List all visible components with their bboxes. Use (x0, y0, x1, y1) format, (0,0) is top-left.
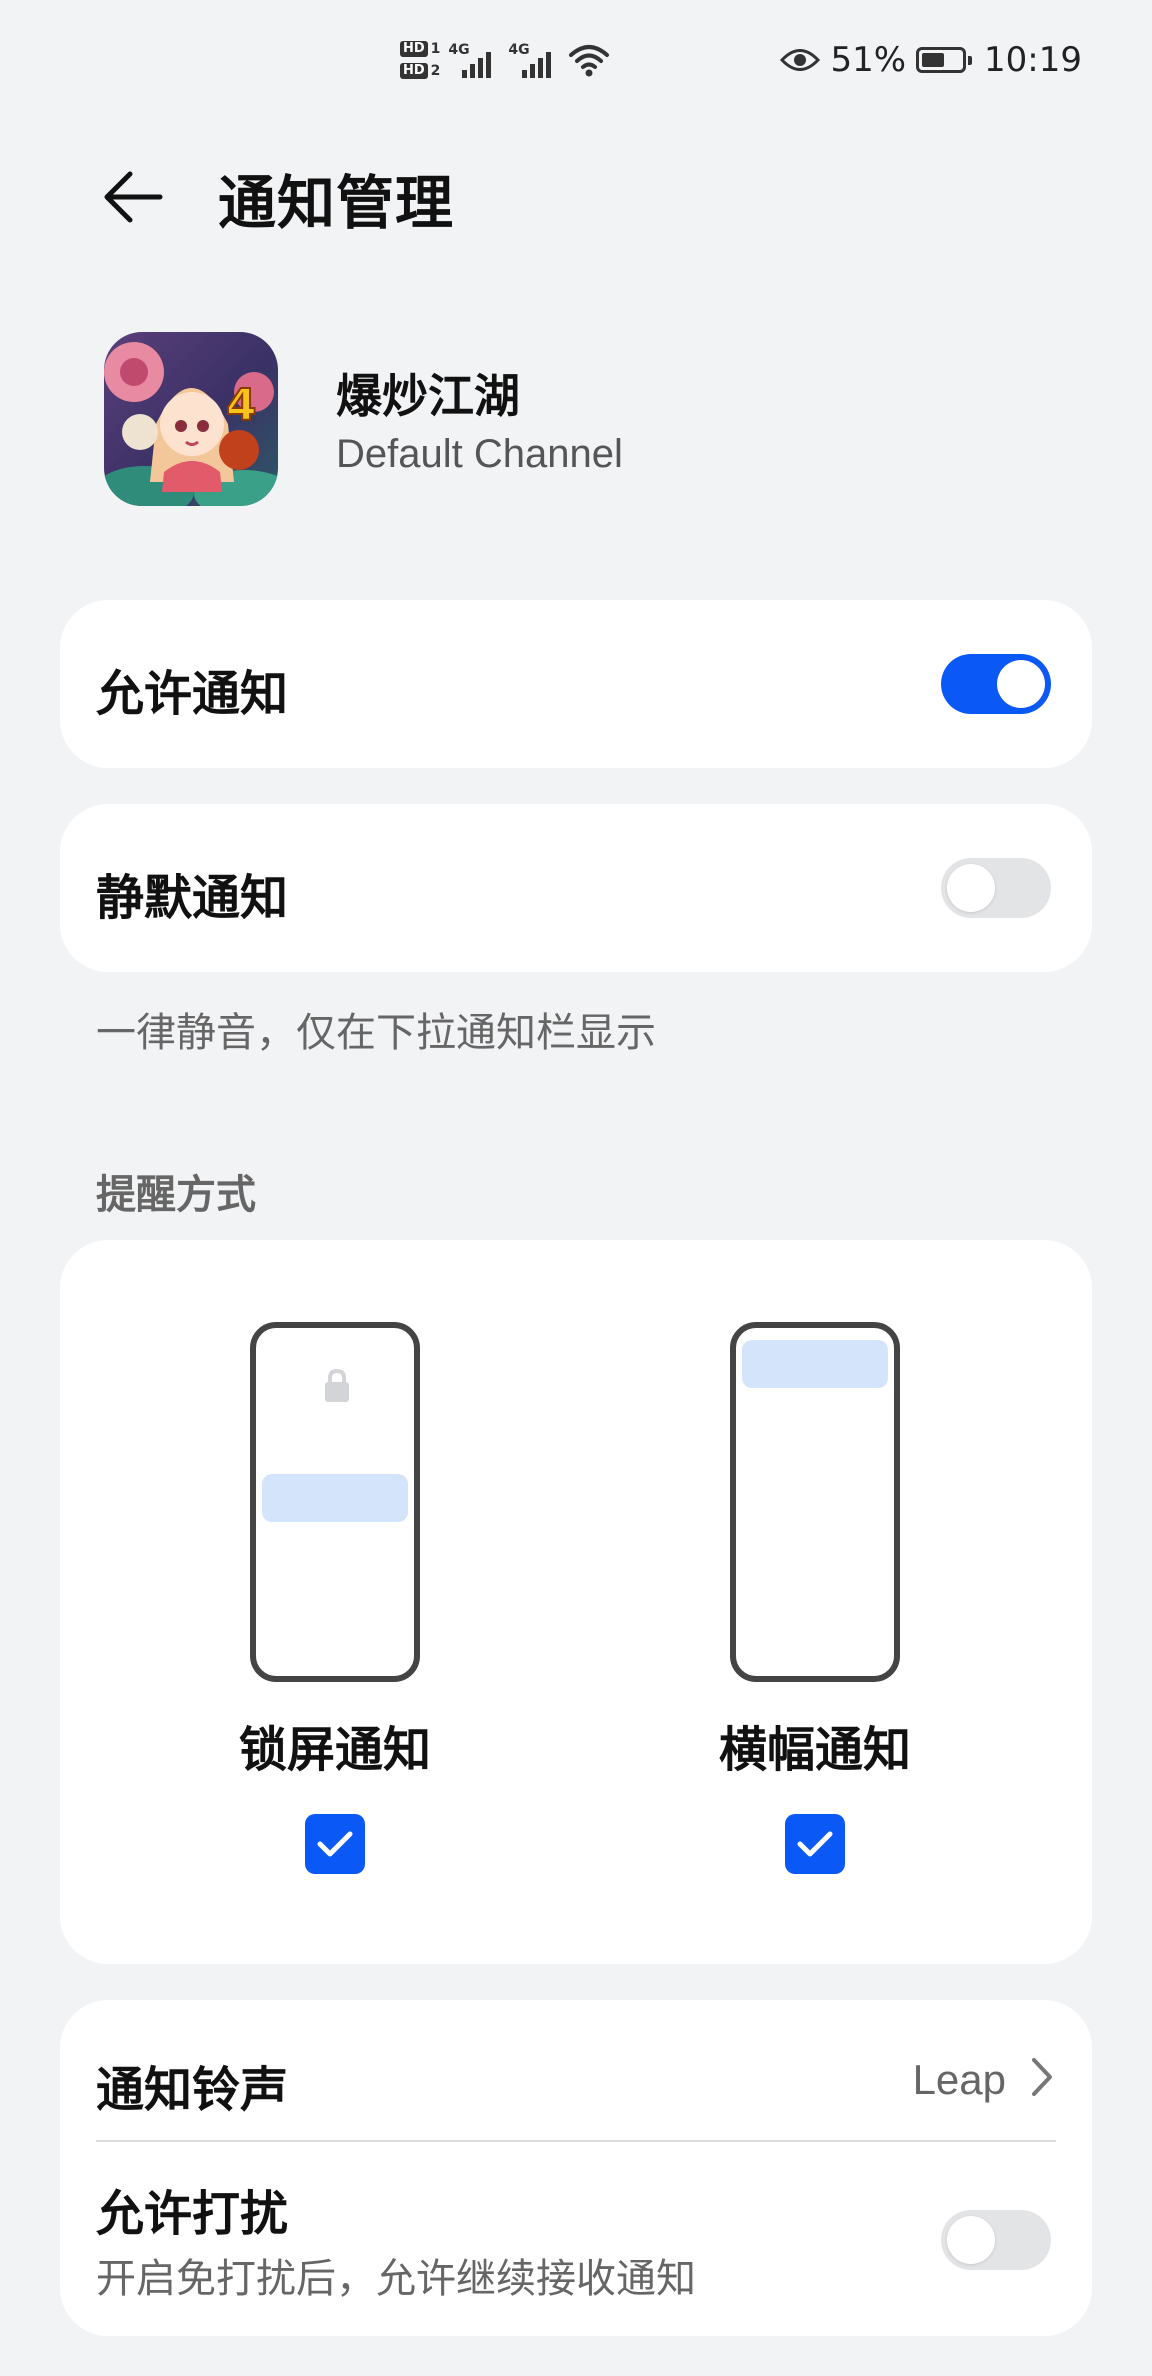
status-bar: HD 1 HD 2 4G 4G 51% 10:19 (0, 0, 1152, 130)
status-right: 51% 10:19 (780, 40, 1082, 80)
battery-percent: 51% (830, 40, 907, 80)
cellular-signal-icon: 4G (508, 38, 560, 82)
sim-indicators: HD 1 HD 2 (400, 41, 440, 79)
silent-notifications-hint: 一律静音，仅在下拉通知栏显示 (96, 1010, 656, 1056)
lock-icon (325, 1368, 349, 1402)
alert-style-card: 锁屏通知 横幅通知 (60, 1240, 1092, 1964)
sim-number: 2 (430, 63, 441, 79)
cellular-signal-icon: 4G (448, 38, 500, 82)
lockscreen-preview[interactable] (250, 1322, 420, 1682)
sim-number: 1 (430, 41, 441, 57)
hd-badge: HD (400, 63, 428, 79)
channel-name: Default Channel (336, 432, 623, 476)
allow-dnd-label: 允许打扰 (96, 2186, 289, 2242)
svg-text:4: 4 (226, 380, 257, 431)
toggle-knob (997, 660, 1045, 708)
page-title: 通知管理 (218, 169, 455, 237)
ringtone-label: 通知铃声 (96, 2062, 289, 2118)
allow-notifications-label: 允许通知 (96, 666, 289, 722)
wifi-icon (569, 45, 610, 77)
lockscreen-option-label: 锁屏通知 (238, 1722, 431, 1778)
toggle-knob (947, 864, 995, 912)
app-name: 爆炒江湖 (336, 369, 520, 423)
silent-notifications-label: 静默通知 (96, 870, 289, 926)
chevron-right-icon (1032, 2058, 1052, 2096)
toggle-knob (947, 2216, 995, 2264)
back-arrow-icon (104, 171, 163, 223)
silent-notifications-card: 静默通知 (60, 804, 1092, 972)
lockscreen-notification-bar (262, 1474, 408, 1522)
signal-area: HD 1 HD 2 4G 4G (400, 38, 610, 82)
battery-icon (916, 47, 973, 73)
ringtone-value: Leap (912, 2056, 1006, 2103)
app-icon: 4 (104, 332, 278, 506)
checkmark-icon (317, 1831, 353, 1857)
allow-notifications-toggle[interactable] (941, 654, 1051, 714)
silent-notifications-toggle[interactable] (941, 858, 1051, 918)
alert-style-header: 提醒方式 (96, 1172, 256, 1218)
allow-dnd-toggle[interactable] (941, 2210, 1051, 2270)
banner-preview[interactable] (730, 1322, 900, 1682)
hd-badge: HD (400, 41, 428, 57)
banner-option-label: 横幅通知 (718, 1722, 911, 1778)
ringtone-dnd-card: 通知铃声 Leap 允许打扰 开启免打扰后，允许继续接收通知 (60, 2000, 1092, 2336)
allow-dnd-sublabel: 开启免打扰后，允许继续接收通知 (96, 2256, 696, 2302)
clock: 10:19 (984, 40, 1082, 80)
eye-comfort-icon (780, 49, 821, 71)
allow-notifications-card: 允许通知 (60, 600, 1092, 768)
ringtone-row[interactable]: 通知铃声 Leap (60, 2000, 1092, 2140)
back-button[interactable] (98, 162, 168, 232)
sim2-indicator: HD 2 (400, 63, 440, 79)
allow-dnd-row: 允许打扰 开启免打扰后，允许继续接收通知 (60, 2142, 1092, 2336)
lockscreen-checkbox[interactable] (305, 1814, 365, 1874)
checkmark-icon (797, 1831, 833, 1857)
banner-notification-bar (742, 1340, 888, 1388)
banner-checkbox[interactable] (785, 1814, 845, 1874)
sim1-indicator: HD 1 (400, 41, 440, 57)
